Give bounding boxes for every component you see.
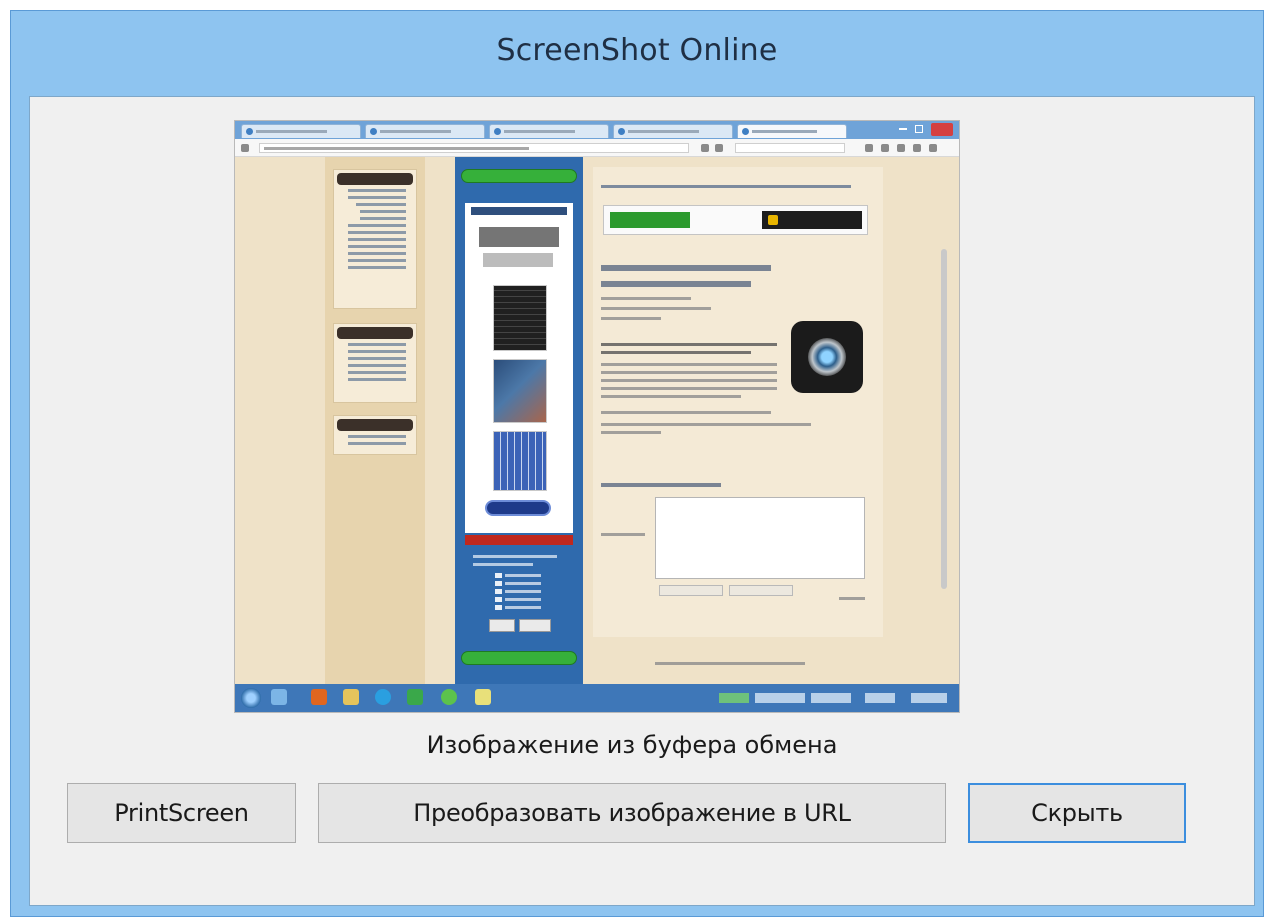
preview-caption: Изображение из буфера обмена (426, 731, 838, 759)
advertisement-banner (455, 157, 583, 686)
start-icon (241, 688, 261, 708)
clipboard-image-preview (234, 120, 960, 713)
webpage-content (235, 157, 959, 686)
taskbar (235, 684, 959, 712)
article-area (593, 167, 883, 637)
hide-button[interactable]: Скрыть (968, 783, 1186, 843)
printscreen-button[interactable]: PrintScreen (67, 783, 296, 843)
close-icon (931, 123, 953, 136)
window-title: ScreenShot Online (496, 33, 778, 68)
browser-tab-strip (235, 121, 959, 139)
convert-to-url-button[interactable]: Преобразовать изображение в URL (318, 783, 946, 843)
browser-address-bar (235, 139, 959, 157)
